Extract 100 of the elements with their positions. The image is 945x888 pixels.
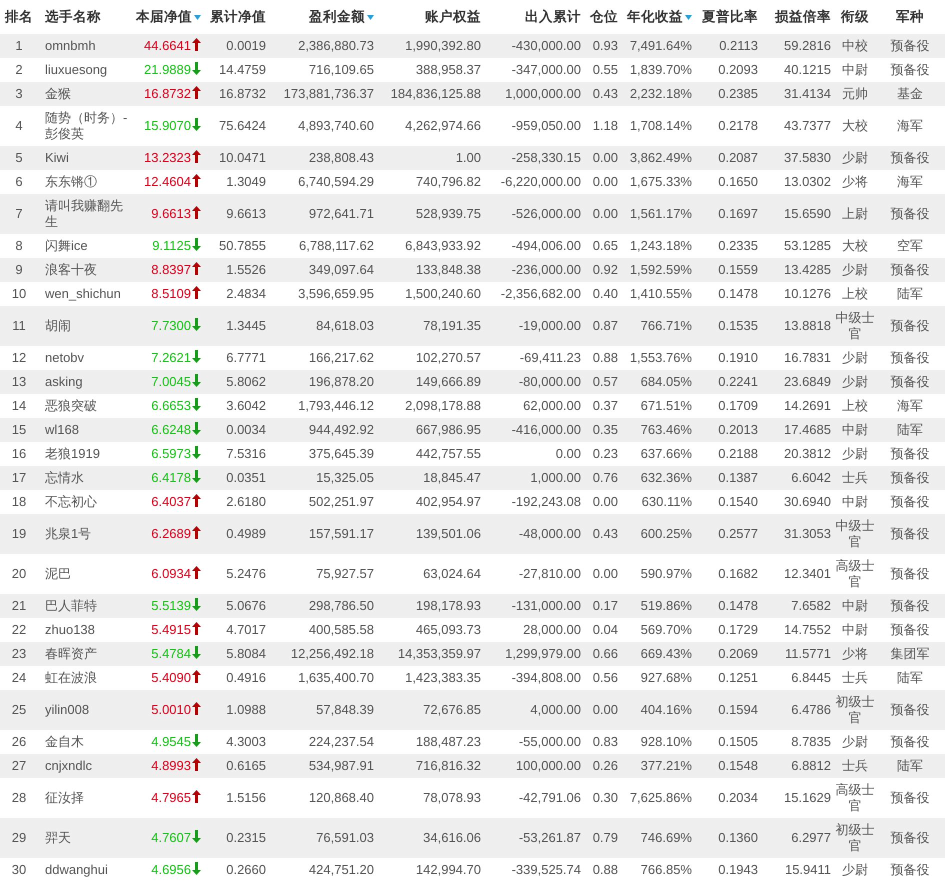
cumulative-value-cell: 5.2476 bbox=[226, 566, 266, 581]
flow-cell: 28,000.00 bbox=[523, 622, 581, 637]
rank-cell: 9 bbox=[15, 262, 23, 277]
flow-cell: -258,330.15 bbox=[512, 150, 581, 165]
player-name-cell: 羿天 bbox=[45, 830, 71, 845]
profit-cell: 944,492.92 bbox=[308, 422, 374, 437]
equity-cell: 1,990,392.80 bbox=[405, 38, 481, 53]
profit-cell: 375,645.39 bbox=[308, 446, 374, 461]
branch-cell: 预备役 bbox=[890, 790, 930, 805]
sharpe-cell: 0.2087 bbox=[718, 150, 758, 165]
position-cell: 0.57 bbox=[592, 374, 618, 389]
sort-icon[interactable] bbox=[685, 14, 692, 20]
net-value-cell: 16.8732 bbox=[144, 86, 191, 101]
flow-cell: -2,356,682.00 bbox=[500, 286, 581, 301]
net-value-cell: 6.6248 bbox=[151, 422, 191, 437]
cumulative-value-cell: 0.2315 bbox=[226, 830, 266, 845]
equity-cell: 740,796.82 bbox=[416, 174, 481, 189]
column-header[interactable]: 本届净值 bbox=[136, 8, 192, 24]
rank-title-cell: 士兵 bbox=[842, 758, 868, 773]
profit-cell: 3,596,659.95 bbox=[298, 286, 374, 301]
branch-cell: 预备役 bbox=[890, 702, 930, 717]
profit-loss-ratio-cell: 37.5830 bbox=[784, 150, 831, 165]
position-cell: 0.83 bbox=[592, 734, 618, 749]
flow-cell: -959,050.00 bbox=[512, 118, 581, 133]
cumulative-value-cell: 5.8062 bbox=[226, 374, 266, 389]
annual-return-cell: 569.70% bbox=[640, 622, 692, 637]
position-cell: 0.00 bbox=[592, 702, 618, 717]
sharpe-cell: 0.1505 bbox=[718, 734, 758, 749]
profit-loss-ratio-cell: 53.1285 bbox=[784, 238, 831, 253]
branch-cell: 预备役 bbox=[890, 446, 930, 461]
profit-cell: 12,256,492.18 bbox=[290, 646, 374, 661]
cumulative-value-cell: 1.5156 bbox=[226, 790, 266, 805]
profit-loss-ratio-cell: 43.7377 bbox=[784, 118, 831, 133]
rank-cell: 15 bbox=[12, 422, 26, 437]
profit-loss-ratio-cell: 13.0302 bbox=[784, 174, 831, 189]
sharpe-cell: 0.2178 bbox=[718, 118, 758, 133]
cumulative-value-cell: 0.0019 bbox=[226, 38, 266, 53]
sharpe-cell: 0.1594 bbox=[718, 702, 758, 717]
annual-return-cell: 1,410.55% bbox=[630, 286, 692, 301]
column-header[interactable]: 盈利金额 bbox=[309, 8, 365, 24]
position-cell: 0.56 bbox=[592, 670, 618, 685]
flow-cell: -192,243.08 bbox=[512, 494, 581, 509]
branch-cell: 预备役 bbox=[890, 598, 930, 613]
rank-title-cell: 元帅 bbox=[842, 86, 868, 101]
profit-cell: 157,591.17 bbox=[308, 526, 374, 541]
branch-cell: 预备役 bbox=[890, 150, 930, 165]
rank-title-cell: 大校 bbox=[842, 118, 868, 133]
player-name-cell: 泥巴 bbox=[45, 566, 71, 581]
equity-cell: 142,994.70 bbox=[416, 862, 481, 877]
profit-loss-ratio-cell: 6.8812 bbox=[791, 758, 831, 773]
sort-icon[interactable] bbox=[194, 14, 201, 20]
sharpe-cell: 0.1650 bbox=[718, 174, 758, 189]
sort-icon[interactable] bbox=[367, 14, 374, 20]
rank-cell: 8 bbox=[15, 238, 23, 253]
profit-loss-ratio-cell: 31.4134 bbox=[784, 86, 831, 101]
flow-cell: -339,525.74 bbox=[512, 862, 581, 877]
rank-title-cell: 少尉 bbox=[842, 350, 868, 365]
equity-cell: 198,178.93 bbox=[416, 598, 481, 613]
rank-title-cell: 上尉 bbox=[842, 206, 868, 221]
annual-return-cell: 7,625.86% bbox=[630, 790, 692, 805]
player-name-cell: 浪客十夜 bbox=[45, 262, 97, 277]
position-cell: 0.30 bbox=[592, 790, 618, 805]
rank-cell: 20 bbox=[12, 566, 26, 581]
annual-return-cell: 600.25% bbox=[640, 526, 692, 541]
profit-loss-ratio-cell: 11.5771 bbox=[784, 646, 831, 661]
net-value-cell: 44.6641 bbox=[144, 38, 191, 53]
annual-return-cell: 1,675.33% bbox=[630, 174, 692, 189]
rank-title-cell: 少尉 bbox=[842, 862, 868, 877]
player-name-cell: 春晖资产 bbox=[45, 646, 97, 661]
column-header[interactable]: 年化收益 bbox=[627, 8, 683, 24]
annual-return-cell: 519.86% bbox=[640, 598, 692, 613]
player-name-cell: liuxuesong bbox=[45, 62, 108, 77]
cumulative-value-cell: 0.0034 bbox=[226, 422, 266, 437]
equity-cell: 6,843,933.92 bbox=[405, 238, 481, 253]
player-name-cell: 金猴 bbox=[45, 86, 71, 101]
profit-loss-ratio-cell: 14.7552 bbox=[784, 622, 831, 637]
rank-title-cell: 士兵 bbox=[842, 470, 868, 485]
rank-title-cell: 少将 bbox=[842, 174, 868, 189]
cumulative-value-cell: 0.6165 bbox=[226, 758, 266, 773]
rank-title-cell: 少尉 bbox=[842, 262, 868, 277]
flow-cell: -19,000.00 bbox=[518, 318, 581, 333]
position-cell: 0.87 bbox=[592, 318, 618, 333]
rank-title-cell: 初级士官 bbox=[836, 694, 874, 725]
profit-cell: 298,786.50 bbox=[308, 598, 374, 613]
profit-loss-ratio-cell: 20.3812 bbox=[784, 446, 831, 461]
equity-cell: 1.00 bbox=[456, 150, 481, 165]
annual-return-cell: 763.46% bbox=[640, 422, 692, 437]
cumulative-value-cell: 50.7855 bbox=[219, 238, 266, 253]
flow-cell: -42,791.06 bbox=[518, 790, 581, 805]
column-header: 军种 bbox=[896, 8, 924, 24]
sharpe-cell: 0.2188 bbox=[718, 446, 758, 461]
branch-cell: 预备役 bbox=[890, 734, 930, 749]
profit-cell: 15,325.05 bbox=[316, 470, 374, 485]
sharpe-cell: 0.1709 bbox=[718, 398, 758, 413]
profit-cell: 534,987.91 bbox=[308, 758, 374, 773]
position-cell: 0.00 bbox=[592, 174, 618, 189]
profit-cell: 1,635,400.70 bbox=[298, 670, 374, 685]
position-cell: 1.18 bbox=[592, 118, 618, 133]
rank-title-cell: 中尉 bbox=[842, 62, 868, 77]
equity-cell: 716,816.32 bbox=[416, 758, 481, 773]
